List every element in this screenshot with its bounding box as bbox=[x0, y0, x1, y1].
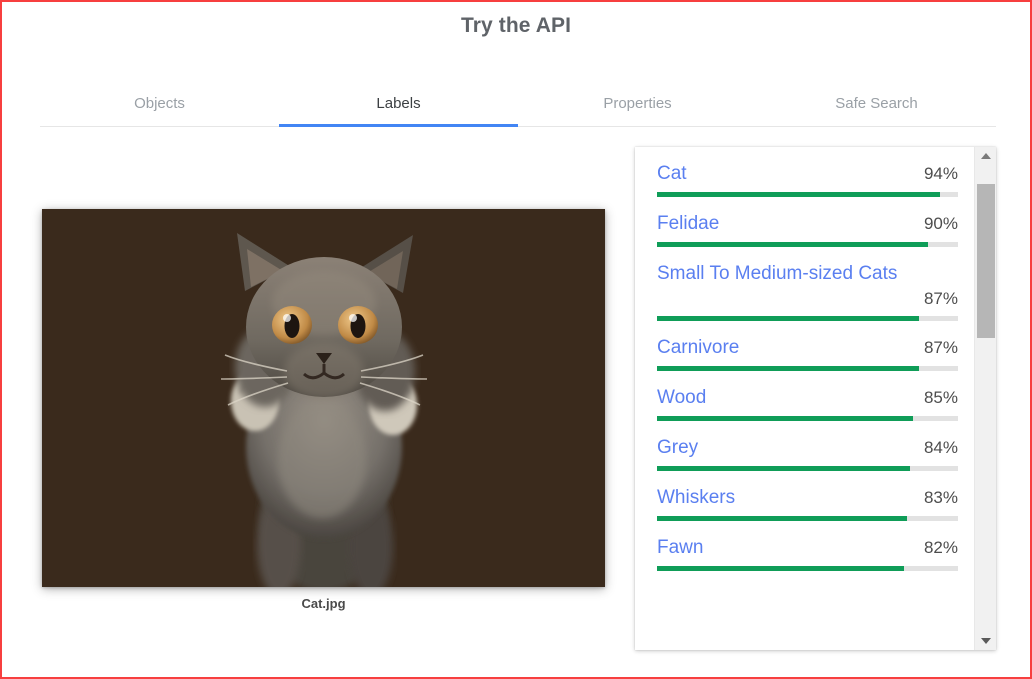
label-score: 82% bbox=[923, 538, 958, 557]
label-name[interactable]: Carnivore bbox=[657, 335, 739, 361]
tab-objects-label: Objects bbox=[134, 94, 185, 112]
labels-list: Cat 94% Felidae 90% Small To Medium-size… bbox=[635, 147, 974, 585]
label-score: 87% bbox=[923, 289, 958, 308]
label-name[interactable]: Felidae bbox=[657, 211, 719, 237]
list-item[interactable]: Grey 84% bbox=[657, 435, 958, 471]
list-item[interactable]: Small To Medium-sized Cats 87% bbox=[657, 261, 958, 321]
tab-labels-label: Labels bbox=[376, 94, 421, 112]
list-item[interactable]: Cat 94% bbox=[657, 161, 958, 197]
score-bar-track bbox=[657, 192, 958, 197]
score-bar-track bbox=[657, 466, 958, 471]
score-bar-fill bbox=[657, 416, 913, 421]
scrollbar-thumb[interactable] bbox=[977, 184, 995, 338]
score-bar-fill bbox=[657, 316, 919, 321]
image-caption: Cat.jpg bbox=[301, 596, 346, 611]
tab-safe-search[interactable]: Safe Search bbox=[757, 80, 996, 126]
list-item[interactable]: Whiskers 83% bbox=[657, 485, 958, 521]
score-bar-track bbox=[657, 316, 958, 321]
cat-illustration bbox=[220, 233, 427, 587]
label-name[interactable]: Cat bbox=[657, 161, 687, 187]
label-name[interactable]: Grey bbox=[657, 435, 698, 461]
uploaded-image[interactable] bbox=[42, 209, 605, 587]
tab-safe-search-label: Safe Search bbox=[835, 94, 918, 112]
label-name[interactable]: Whiskers bbox=[657, 485, 735, 511]
list-item[interactable]: Fawn 82% bbox=[657, 535, 958, 571]
label-score: 84% bbox=[923, 438, 958, 457]
label-score: 87% bbox=[923, 338, 958, 357]
score-bar-track bbox=[657, 566, 958, 571]
tab-properties[interactable]: Properties bbox=[518, 80, 757, 126]
score-bar-fill bbox=[657, 242, 928, 247]
scrollbar-up-button[interactable] bbox=[975, 147, 996, 165]
scrollbar-down-button[interactable] bbox=[975, 632, 996, 650]
screenshot-frame: Try the API Objects Labels Properties Sa… bbox=[0, 0, 1032, 679]
triangle-up-icon bbox=[980, 153, 991, 159]
triangle-down-icon bbox=[980, 638, 991, 644]
score-bar-track bbox=[657, 366, 958, 371]
score-bar-track bbox=[657, 416, 958, 421]
score-bar-fill bbox=[657, 466, 910, 471]
label-score: 94% bbox=[923, 164, 958, 183]
tab-bar: Objects Labels Properties Safe Search bbox=[40, 80, 996, 127]
label-name[interactable]: Fawn bbox=[657, 535, 703, 561]
score-bar-fill bbox=[657, 566, 904, 571]
label-score: 90% bbox=[923, 214, 958, 233]
tab-properties-label: Properties bbox=[603, 94, 672, 112]
score-bar-fill bbox=[657, 192, 940, 197]
labels-scroll-area[interactable]: Cat 94% Felidae 90% Small To Medium-size… bbox=[635, 147, 974, 650]
score-bar-track bbox=[657, 516, 958, 521]
tab-labels[interactable]: Labels bbox=[279, 80, 518, 127]
tab-objects[interactable]: Objects bbox=[40, 80, 279, 126]
label-name[interactable]: Wood bbox=[657, 385, 706, 411]
page-title: Try the API bbox=[460, 14, 572, 37]
label-score: 85% bbox=[923, 388, 958, 407]
list-item[interactable]: Carnivore 87% bbox=[657, 335, 958, 371]
score-bar-track bbox=[657, 242, 958, 247]
score-bar-fill bbox=[657, 516, 907, 521]
list-item[interactable]: Felidae 90% bbox=[657, 211, 958, 247]
list-item[interactable]: Wood 85% bbox=[657, 385, 958, 421]
tab-active-underline bbox=[279, 124, 518, 127]
label-score: 83% bbox=[923, 488, 958, 507]
score-bar-fill bbox=[657, 366, 919, 371]
labels-scrollbar[interactable] bbox=[974, 147, 996, 650]
label-name[interactable]: Small To Medium-sized Cats bbox=[657, 261, 958, 287]
labels-results-panel: Cat 94% Felidae 90% Small To Medium-size… bbox=[635, 147, 996, 650]
